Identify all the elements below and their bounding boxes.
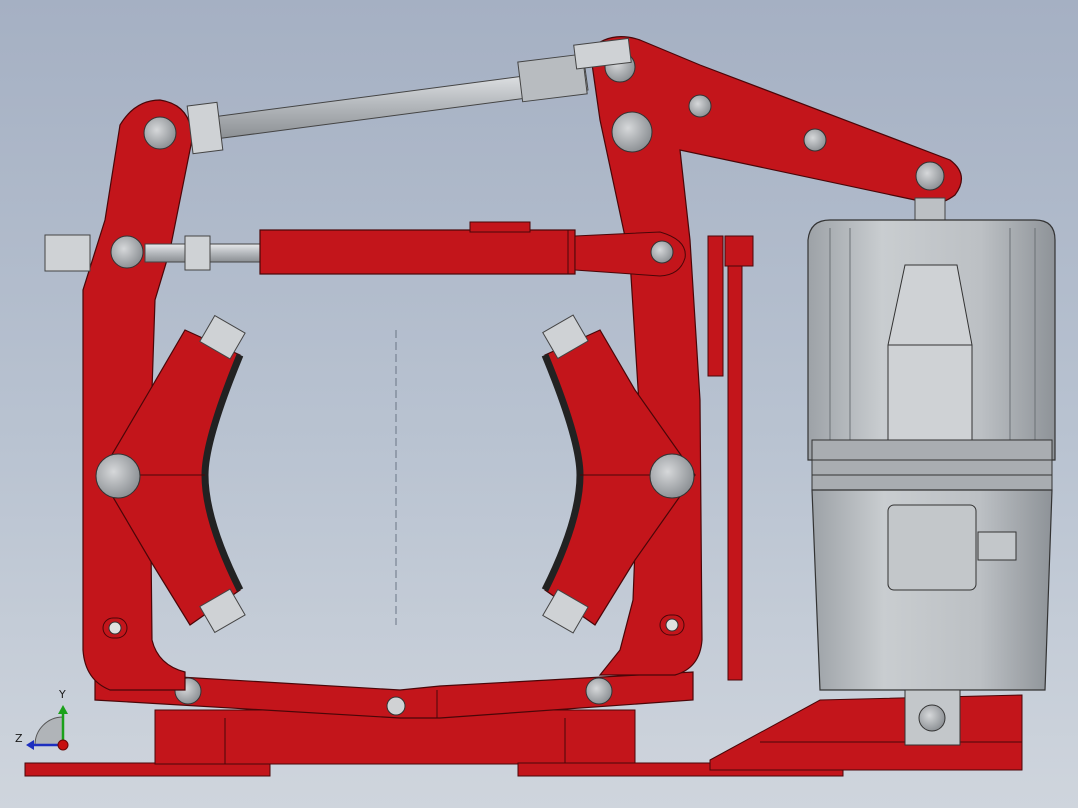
upper-tie-rod <box>186 37 632 155</box>
view-orientation-triad <box>26 705 69 751</box>
y-axis-label: Y <box>59 688 66 701</box>
wear-indicator <box>707 235 754 681</box>
brake-model-drawing[interactable] <box>0 0 1078 808</box>
z-axis-label: Z <box>15 732 23 745</box>
cad-viewport[interactable]: Y Z <box>0 0 1078 808</box>
electro-hydraulic-thruster <box>807 197 1056 746</box>
